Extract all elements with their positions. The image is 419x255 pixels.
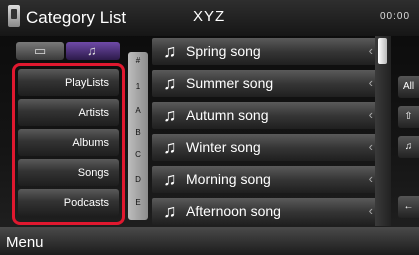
category-item-songs[interactable]: Songs <box>18 159 119 186</box>
music-note-icon: ♫ <box>163 169 177 189</box>
alpha-letter-e[interactable]: E <box>128 198 148 207</box>
category-item-podcasts[interactable]: Podcasts <box>18 189 119 216</box>
chevron-left-icon: ‹ <box>368 203 373 218</box>
song-title: Morning song <box>186 171 271 187</box>
music-note-icon: ♫ <box>163 201 177 221</box>
music-note-icon: ♫ <box>163 41 177 61</box>
song-list: ♫ Spring song ‹ ♫ Summer song ‹ ♫ Autumn… <box>152 38 387 230</box>
source-title: XYZ <box>193 8 226 25</box>
alpha-letter-d[interactable]: D <box>128 175 148 184</box>
song-row[interactable]: ♫ Summer song ‹ <box>152 70 387 97</box>
music-note-icon[interactable]: ♫ <box>398 136 419 158</box>
device-icon <box>8 5 20 27</box>
view-tabs: ▭ ♫ <box>16 42 120 60</box>
song-title: Afternoon song <box>186 203 281 219</box>
bottom-bar <box>0 227 419 255</box>
alpha-index-bar[interactable]: # 1 A B C D E <box>128 52 148 220</box>
alpha-letter-hash[interactable]: # <box>128 56 148 65</box>
chevron-left-icon: ‹ <box>368 75 373 90</box>
card-icon: ▭ <box>34 43 47 58</box>
top-bar: Category List XYZ 00:00 <box>0 0 419 36</box>
music-note-icon: ♫ <box>163 105 177 125</box>
scrollbar-thumb[interactable] <box>378 38 387 64</box>
alpha-letter-c[interactable]: C <box>128 150 148 159</box>
song-title: Autumn song <box>186 107 269 123</box>
category-item-artists[interactable]: Artists <box>18 99 119 126</box>
scrollbar-track[interactable] <box>375 36 391 226</box>
category-item-albums[interactable]: Albums <box>18 129 119 156</box>
song-row[interactable]: ♫ Spring song ‹ <box>152 38 387 65</box>
song-row[interactable]: ♫ Afternoon song ‹ <box>152 198 387 225</box>
music-note-icon: ♫ <box>163 73 177 93</box>
song-row[interactable]: ♫ Winter song ‹ <box>152 134 387 161</box>
page-title: Category List <box>26 8 127 27</box>
alpha-letter-a[interactable]: A <box>128 106 148 115</box>
category-list: PlayLists Artists Albums Songs Podcasts <box>18 69 119 219</box>
chevron-left-icon: ‹ <box>368 139 373 154</box>
up-icon[interactable]: ⇧ <box>398 106 419 128</box>
all-button[interactable]: All <box>398 76 419 98</box>
clock: 00:00 <box>380 11 411 22</box>
song-title: Spring song <box>186 43 261 59</box>
alpha-letter-b[interactable]: B <box>128 128 148 137</box>
music-note-icon: ♫ <box>163 137 177 157</box>
chevron-left-icon: ‹ <box>368 107 373 122</box>
chevron-left-icon: ‹ <box>368 171 373 186</box>
song-row[interactable]: ♫ Morning song ‹ <box>152 166 387 193</box>
song-title: Winter song <box>186 139 261 155</box>
back-arrow-icon[interactable]: ← <box>398 196 419 218</box>
song-row[interactable]: ♫ Autumn song ‹ <box>152 102 387 129</box>
menu-button[interactable]: Menu <box>0 231 56 255</box>
chevron-left-icon: ‹ <box>368 43 373 58</box>
tab-card-view[interactable]: ▭ <box>16 42 64 60</box>
screen: Category List XYZ 00:00 ▭ ♫ PlayLists Ar… <box>0 0 419 255</box>
category-item-playlists[interactable]: PlayLists <box>18 69 119 96</box>
song-title: Summer song <box>186 75 274 91</box>
alpha-letter-1[interactable]: 1 <box>128 82 148 91</box>
tab-music-view[interactable]: ♫ <box>66 42 120 60</box>
music-note-icon: ♫ <box>87 43 97 58</box>
